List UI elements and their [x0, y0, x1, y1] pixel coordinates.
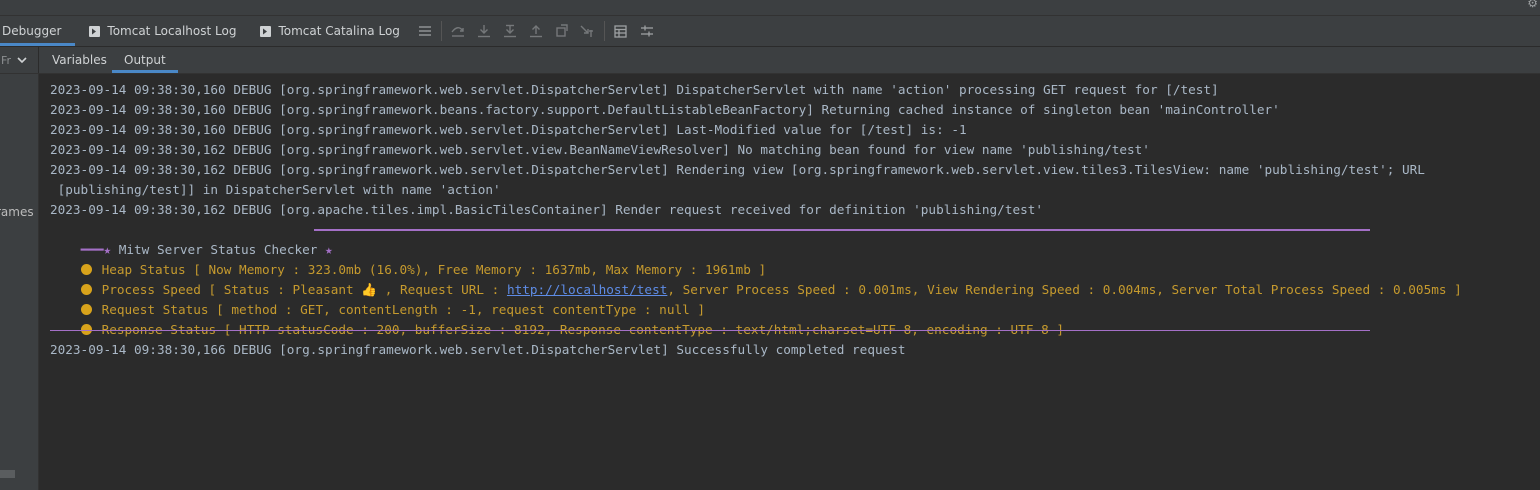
frames-header[interactable]: Fr [0, 47, 39, 73]
run-to-cursor-icon[interactable] [575, 18, 601, 44]
log-line: 2023-09-14 09:38:30,166 DEBUG [org.sprin… [50, 342, 906, 357]
log-line: 2023-09-14 09:38:30,162 DEBUG [org.sprin… [50, 142, 1150, 157]
frames-panel-text: rames a [0, 205, 38, 219]
request-status-line: Request Status [ method : GET, contentLe… [50, 280, 705, 317]
step-out-icon[interactable] [523, 18, 549, 44]
evaluate-expression-icon[interactable] [608, 18, 634, 44]
tab-output[interactable]: Output [112, 47, 178, 73]
frames-panel: rames a [0, 74, 39, 490]
settings-gear-icon[interactable]: ⚙ [1527, 0, 1538, 10]
tab-variables[interactable]: Variables [52, 47, 107, 73]
console-output[interactable]: 2023-09-14 09:38:30,160 DEBUG [org.sprin… [39, 74, 1540, 490]
force-step-into-icon[interactable] [497, 18, 523, 44]
log-line: 2023-09-14 09:38:30,162 DEBUG [org.apach… [50, 202, 1044, 217]
horizontal-scrollbar[interactable] [0, 470, 15, 478]
drop-frame-icon[interactable] [549, 18, 575, 44]
tab-tomcat-catalina-log[interactable]: Tomcat Catalina Log [246, 16, 409, 46]
log-line: 2023-09-14 09:38:30,160 DEBUG [org.sprin… [50, 122, 967, 137]
process-speed-line: Process Speed [ Status : Pleasant 👍 , Re… [50, 260, 1462, 297]
subtab-label: Variables [52, 53, 107, 67]
tab-debugger[interactable]: Debugger [0, 16, 76, 46]
debugger-subtabbar: Fr Variables Output [0, 47, 1540, 74]
status-divider [50, 330, 1370, 331]
tab-tomcat-localhost-log[interactable]: Tomcat Localhost Log [75, 16, 246, 46]
log-line: 2023-09-14 09:38:30,162 DEBUG [org.sprin… [50, 162, 1425, 177]
frames-label: Fr [1, 53, 11, 67]
debug-toolbar [412, 16, 660, 46]
response-status-line: Response Status [ HTTP statusCode : 200,… [50, 300, 1064, 337]
toolbar-divider [440, 21, 442, 41]
window-top-strip: ⚙ [0, 0, 1540, 16]
tab-label: Debugger [2, 24, 62, 38]
debug-tool-tabbar: Debugger Tomcat Localhost Log Tomcat Cat… [0, 16, 1540, 47]
log-line: [publishing/test]] in DispatcherServlet … [50, 182, 501, 197]
subtab-label: Output [124, 53, 166, 67]
toolbar-divider [603, 21, 605, 41]
step-into-icon[interactable] [471, 18, 497, 44]
tab-label: Tomcat Catalina Log [278, 24, 400, 38]
heap-status-line: Heap Status [ Now Memory : 323.0mb (16.0… [50, 240, 766, 277]
tab-label: Tomcat Localhost Log [107, 24, 237, 38]
log-line: 2023-09-14 09:38:30,160 DEBUG [org.sprin… [50, 82, 1219, 97]
settings-icon[interactable] [634, 18, 660, 44]
banner-rule [314, 229, 1370, 231]
chevron-down-icon[interactable] [17, 56, 27, 64]
menu-lines-icon[interactable] [412, 18, 438, 44]
log-line: 2023-09-14 09:38:30,160 DEBUG [org.sprin… [50, 102, 1280, 117]
log-file-icon [89, 25, 101, 37]
process-speed-text-end: , Server Process Speed : 0.001ms, View R… [667, 282, 1462, 297]
log-file-icon [260, 25, 272, 37]
step-over-icon[interactable] [445, 18, 471, 44]
